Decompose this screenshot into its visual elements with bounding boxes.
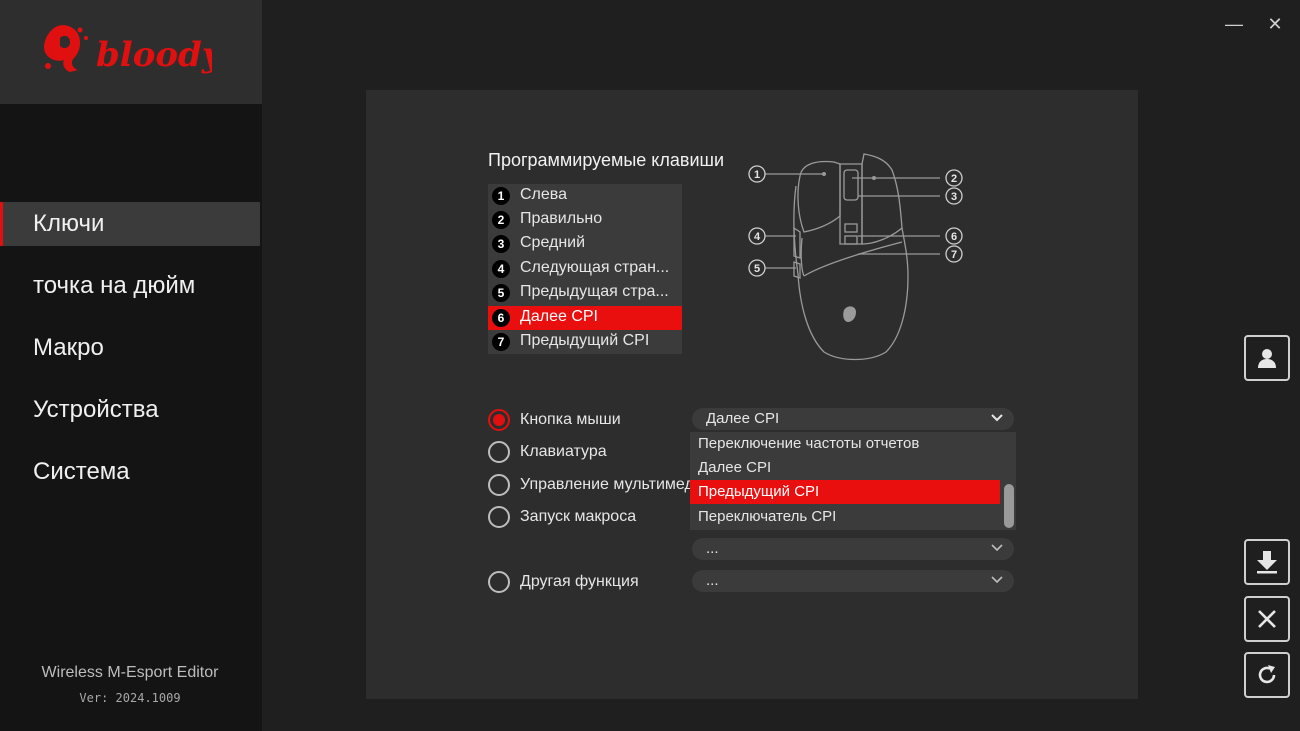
radio-multimedia[interactable] [488,474,510,496]
key-config-panel: Программируемые клавиши 1 Слева 2 Правил… [366,90,1138,699]
dropdown-item[interactable]: Переключатель CPI [690,505,1000,529]
chevron-down-icon [991,414,1003,422]
callout-label-1: 1 [754,169,760,181]
nav-dpi[interactable]: точка на дюйм [0,264,260,308]
radio-keyboard[interactable] [488,441,510,463]
key-item-4[interactable]: 4 Следующая стран... [488,257,682,281]
mouse-diagram: 1 2 3 4 5 6 7 [748,153,963,361]
callout-label-3: 3 [951,191,957,203]
profile-button[interactable] [1244,335,1290,381]
key-label: Предыдущий CPI [520,332,650,349]
app-name: Wireless M-Esport Editor [41,664,219,681]
radio-other[interactable] [488,571,510,593]
refresh-icon [1258,665,1276,684]
key-number: 7 [492,333,510,351]
other-function-select[interactable]: ... [692,570,1014,592]
key-item-5[interactable]: 5 Предыдущая стра... [488,281,682,305]
radio-mouse-button[interactable] [488,409,510,431]
option-label: Клавиатура [520,443,607,460]
key-label: Средний [520,234,586,251]
key-item-6[interactable]: 6 Далее CPI [488,306,682,330]
key-item-3[interactable]: 3 Средний [488,232,682,256]
dropdown-item[interactable]: Далее CPI [690,456,1000,480]
nav-system[interactable]: Система [0,450,260,494]
save-to-device-button[interactable] [1244,539,1290,585]
keys-list: 1 Слева 2 Правильно 3 Средний 4 Следующа… [488,184,682,354]
app-window: — ✕ bloody Ключи точка на дюйм Макро Уст… [0,0,1300,731]
select-value: ... [706,572,719,589]
brand-logo: bloody [0,0,262,104]
key-number: 1 [492,187,510,205]
key-item-2[interactable]: 2 Правильно [488,208,682,232]
callout-label-6: 6 [951,231,957,243]
callout-label-7: 7 [951,249,957,261]
key-label: Следующая стран... [520,259,670,276]
app-version: Ver: 2024.1009 [79,691,181,705]
chevron-down-icon [991,576,1003,584]
key-label: Слева [520,186,568,203]
dropdown-item[interactable]: Переключение частоты отчетов [690,432,1000,456]
key-item-1[interactable]: 1 Слева [488,184,682,208]
mouse-button-select[interactable]: Далее CPI [692,408,1014,430]
key-number: 6 [492,309,510,327]
key-number: 5 [492,284,510,302]
key-item-7[interactable]: 7 Предыдущий CPI [488,330,682,354]
close-window-button[interactable]: ✕ [1263,12,1287,36]
chevron-down-icon [991,544,1003,552]
radio-macro[interactable] [488,506,510,528]
option-label: Кнопка мыши [520,411,621,428]
key-number: 4 [492,260,510,278]
callout-label-5: 5 [754,263,760,275]
bloody-logo-icon: bloody [44,25,212,75]
select-value: Далее CPI [706,410,780,427]
callout-label-2: 2 [951,173,957,185]
key-label: Правильно [520,210,603,227]
option-label: Управление мультимед [520,476,694,493]
key-label: Предыдущая стра... [520,283,669,300]
close-icon [1258,610,1276,628]
nav-macro[interactable]: Макро [0,326,260,370]
nav-devices[interactable]: Устройства [0,388,260,432]
svg-text:bloody: bloody [96,35,212,75]
user-icon [1258,349,1276,368]
minimize-button[interactable]: — [1222,12,1246,36]
callout-label-4: 4 [754,231,761,243]
mouse-button-dropdown: Переключение частоты отчетов Далее CPI П… [690,432,1016,530]
key-number: 3 [492,235,510,253]
key-number: 2 [492,211,510,229]
option-label: Другая функция [520,573,639,590]
key-label: Далее CPI [520,308,598,325]
dropdown-scrollbar[interactable] [1004,484,1014,528]
option-label: Запуск макроса [520,508,637,525]
nav-keys[interactable]: Ключи [0,202,260,246]
macro-select[interactable]: ... [692,538,1014,560]
sidebar: bloody Ключи точка на дюйм Макро Устройс… [0,0,262,731]
select-value: ... [706,540,719,557]
download-icon [1257,551,1277,574]
refresh-button[interactable] [1244,652,1290,698]
dropdown-item[interactable]: Предыдущий CPI [690,480,1000,504]
keys-title: Программируемые клавиши [488,150,724,170]
reset-button[interactable] [1244,596,1290,642]
